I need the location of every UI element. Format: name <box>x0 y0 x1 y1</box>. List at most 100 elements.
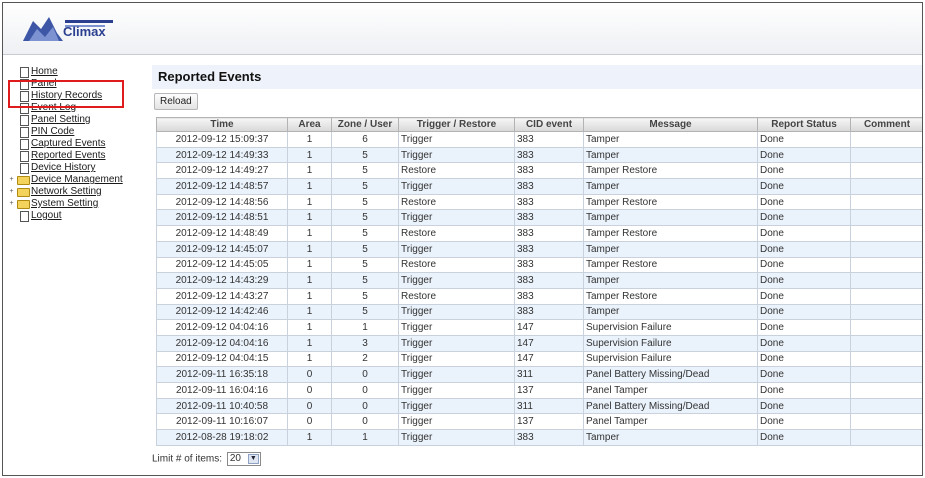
table-cell: Trigger <box>398 319 515 336</box>
sidebar-item-home[interactable]: Home <box>8 66 148 78</box>
table-cell: 2012-09-12 14:43:27 <box>156 287 288 305</box>
sidebar-item-network-setting[interactable]: + Network Setting <box>8 186 148 198</box>
expand-plus-icon[interactable]: + <box>8 188 15 196</box>
table-cell: Tamper Restore <box>583 287 758 305</box>
table-cell <box>850 429 922 446</box>
sidebar-item-label[interactable]: Device Management <box>31 174 123 185</box>
table-row: 2012-09-12 14:48:57 1 5 Trigger 383 Tamper Don… <box>156 178 922 195</box>
file-icon <box>20 115 29 126</box>
limit-control: Limit # of items: 20 ▼ <box>152 452 261 466</box>
table-cell: Restore <box>398 256 515 274</box>
sidebar-item-reported-events[interactable]: Reported Events <box>8 150 148 162</box>
sidebar-item-label[interactable]: PIN Code <box>31 126 74 137</box>
sidebar-item-label[interactable]: Home <box>31 66 58 77</box>
table-cell <box>850 178 922 195</box>
chevron-down-icon[interactable]: ▼ <box>247 454 259 464</box>
table-cell: 137 <box>514 413 584 431</box>
sidebar-item-device-management[interactable]: + Device Management <box>8 174 148 186</box>
table-cell: Done <box>757 131 851 148</box>
column-header[interactable]: Zone / User <box>331 117 399 132</box>
sidebar-item-device-history[interactable]: Device History <box>8 162 148 174</box>
sidebar-item-label[interactable]: Captured Events <box>31 138 106 149</box>
expand-plus-icon[interactable]: + <box>8 176 15 184</box>
sidebar-item-system-setting[interactable]: + System Setting <box>8 198 148 210</box>
table-cell: Trigger <box>398 397 515 415</box>
folder-icon <box>17 176 30 185</box>
main-panel: Reported Events Reload Time Area Zone / Us… <box>152 65 922 466</box>
table-cell: Done <box>757 366 851 383</box>
sidebar-item-logout[interactable]: Logout <box>8 210 148 222</box>
table-cell: 311 <box>514 397 584 415</box>
table-cell: Restore <box>398 287 515 305</box>
column-header[interactable]: Trigger / Restore <box>398 117 515 132</box>
expand-plus-icon[interactable]: + <box>8 200 15 208</box>
column-header[interactable]: Report Status <box>757 117 851 132</box>
table-row: 2012-09-12 04:04:16 1 3 Trigger 147 Supervisi… <box>156 334 922 352</box>
page-title: Reported Events <box>152 65 922 89</box>
table-cell: Done <box>757 162 851 180</box>
table-cell: Done <box>757 146 851 164</box>
table-cell: 383 <box>514 146 584 164</box>
table-cell: 137 <box>514 382 584 399</box>
table-cell: 383 <box>514 193 584 211</box>
table-cell: 1 <box>287 319 332 336</box>
table-cell: 2012-09-12 14:48:51 <box>156 209 288 227</box>
table-cell: 1 <box>287 303 332 321</box>
file-icon <box>20 151 29 162</box>
table-cell <box>850 350 922 368</box>
table-row: 2012-09-12 15:09:37 1 6 Trigger 383 Tamper Don… <box>156 131 922 148</box>
table-cell: 2012-08-28 19:18:02 <box>156 429 288 446</box>
table-cell: 147 <box>514 334 584 352</box>
table-cell: 5 <box>331 287 399 305</box>
column-header[interactable]: Message <box>583 117 758 132</box>
table-cell: 2012-09-12 14:48:57 <box>156 178 288 195</box>
reload-button[interactable]: Reload <box>154 93 198 110</box>
sidebar-item-pin-code[interactable]: PIN Code <box>8 126 148 138</box>
table-cell <box>850 366 922 383</box>
table-cell: Restore <box>398 193 515 211</box>
column-header[interactable]: CID event <box>514 117 584 132</box>
table-cell: 2012-09-11 16:35:18 <box>156 366 288 383</box>
table-cell: Tamper Restore <box>583 256 758 274</box>
table-cell: 1 <box>287 272 332 289</box>
table-cell <box>850 334 922 352</box>
sidebar-item-label[interactable]: Device History <box>31 162 95 173</box>
table-cell: 2 <box>331 350 399 368</box>
table-cell: 2012-09-12 14:45:07 <box>156 240 288 258</box>
table-cell <box>850 287 922 305</box>
table-cell: Done <box>757 334 851 352</box>
sidebar-item-panel-setting[interactable]: Panel Setting <box>8 114 148 126</box>
limit-select[interactable]: 20 ▼ <box>226 452 261 466</box>
table-cell: Restore <box>398 225 515 242</box>
table-cell: Done <box>757 429 851 446</box>
column-header[interactable]: Comment <box>850 117 922 132</box>
table-cell: 3 <box>331 334 399 352</box>
sidebar-item-captured-events[interactable]: Captured Events <box>8 138 148 150</box>
column-header[interactable]: Area <box>287 117 332 132</box>
sidebar-item-label[interactable]: Reported Events <box>31 150 106 161</box>
table-cell: 1 <box>287 146 332 164</box>
table-row: 2012-09-11 10:16:07 0 0 Trigger 137 Panel Tam… <box>156 413 922 431</box>
column-header[interactable]: Time <box>156 117 288 132</box>
table-cell <box>850 146 922 164</box>
sidebar-item-label[interactable]: Network Setting <box>31 186 102 197</box>
table-cell: 147 <box>514 319 584 336</box>
table-cell <box>850 193 922 211</box>
table-cell: Tamper <box>583 146 758 164</box>
table-cell: 1 <box>287 193 332 211</box>
table-cell: Panel Battery Missing/Dead <box>583 397 758 415</box>
sidebar-item-label[interactable]: System Setting <box>31 198 98 209</box>
table-cell: 383 <box>514 287 584 305</box>
table-cell: 2012-09-12 15:09:37 <box>156 131 288 148</box>
table-cell: 2012-09-12 14:42:46 <box>156 303 288 321</box>
sidebar-item-label[interactable]: Panel Setting <box>31 114 91 125</box>
table-cell: Done <box>757 225 851 242</box>
table-cell: Done <box>757 397 851 415</box>
table-header-row: Time Area Zone / User Trigger / Restore CID … <box>156 117 922 132</box>
table-row: 2012-09-12 04:04:16 1 1 Trigger 147 Supervisi… <box>156 319 922 336</box>
table-cell: 5 <box>331 256 399 274</box>
table-cell <box>850 397 922 415</box>
events-table: Time Area Zone / User Trigger / Restore CID … <box>156 117 922 446</box>
table-row: 2012-09-12 14:45:05 1 5 Restore 383 Tamper Re… <box>156 256 922 274</box>
sidebar-item-label[interactable]: Logout <box>31 210 62 221</box>
